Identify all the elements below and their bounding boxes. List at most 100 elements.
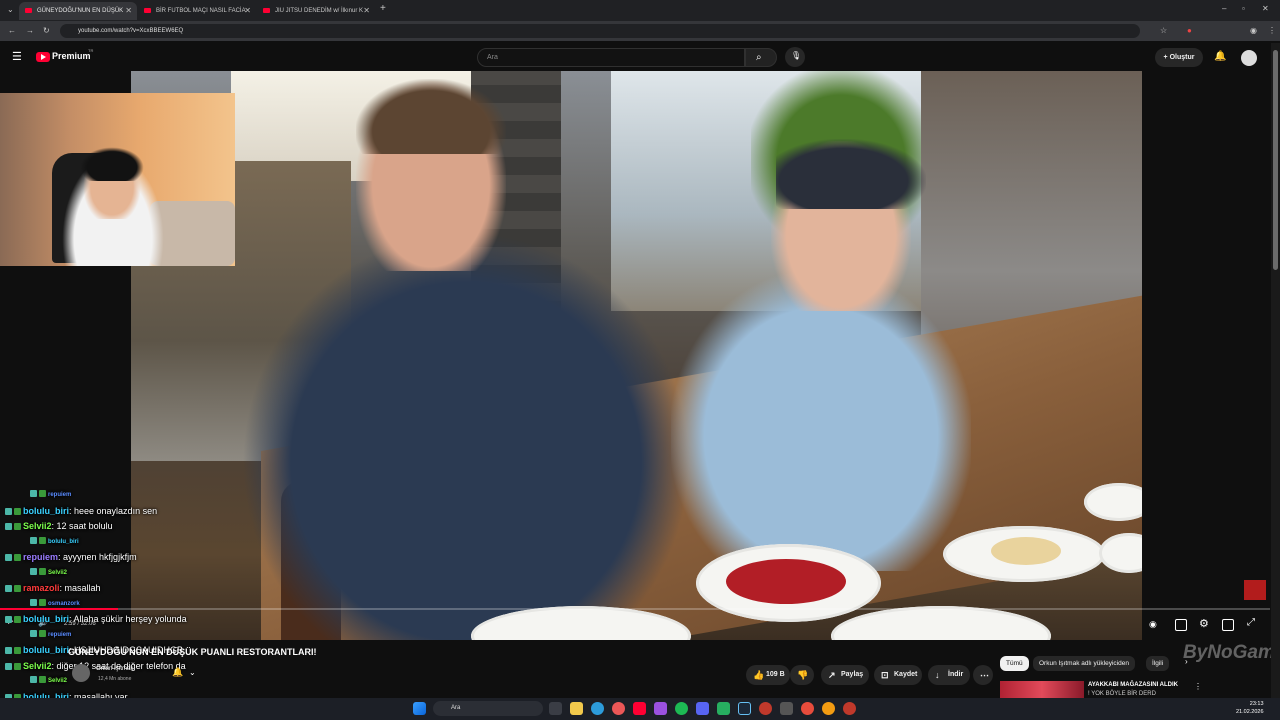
address-bar-row: ← → ↻ youtube.com/watch?v=XcxBBEEW6EQ ☆ … <box>0 21 1280 41</box>
recommended-subtitle: ! YOK BÖYLE BİR DERD <box>1088 691 1156 697</box>
app-icon[interactable] <box>780 702 793 715</box>
excel-icon[interactable] <box>717 702 730 715</box>
share-label: Paylaş <box>841 671 864 678</box>
chat-text: heee onaylazdın sen <box>74 505 158 516</box>
scrollbar-thumb[interactable] <box>1273 50 1278 270</box>
reload-icon[interactable]: ↻ <box>43 25 50 37</box>
steam-icon[interactable] <box>738 702 751 715</box>
chat-username[interactable]: ramazoli <box>23 583 60 593</box>
chat-message: Selvii2: 12 saat bolulu <box>5 521 113 531</box>
chat-username[interactable]: Selvii2 <box>23 661 52 671</box>
voice-search-button[interactable]: 🎙 <box>785 47 805 67</box>
subscribe-bell-icon[interactable]: 🔔 <box>172 667 183 678</box>
twitch-icon[interactable] <box>654 702 667 715</box>
maximize-icon[interactable]: ▫ <box>1242 3 1245 15</box>
spotify-icon[interactable] <box>675 702 688 715</box>
windows-start-icon[interactable] <box>413 702 426 715</box>
chip-related[interactable]: İlgili <box>1146 656 1170 671</box>
recommended-thumbnail[interactable] <box>1000 681 1084 698</box>
search-input[interactable]: Ara <box>477 48 745 67</box>
chat-username[interactable]: bolulu_biri <box>23 614 69 624</box>
close-window-icon[interactable]: ✕ <box>1262 3 1269 15</box>
chat-badge-icon <box>39 598 46 606</box>
recommended-menu-icon[interactable]: ⋮ <box>1194 682 1202 691</box>
extension-icon[interactable]: ● <box>1187 25 1192 37</box>
create-button[interactable]: + Oluştur <box>1155 48 1203 67</box>
chat-badge-icon <box>39 567 46 575</box>
minimize-icon[interactable]: – <box>1222 3 1226 15</box>
chat-username[interactable]: repuiem <box>23 552 58 562</box>
notifications-bell-icon[interactable]: 🔔 <box>1214 51 1226 63</box>
plate-bottom-right <box>831 606 1051 640</box>
tab-futbol[interactable]: BİR FUTBOL MAÇI NASIL FACİA ✕ <box>138 2 256 20</box>
edge-icon[interactable] <box>591 702 604 715</box>
chat-username[interactable]: Selvii2 <box>48 570 67 576</box>
theater-mode-icon[interactable] <box>1222 619 1234 631</box>
back-icon[interactable]: ← <box>8 25 16 37</box>
share-icon: ↗ <box>828 670 836 680</box>
chat-badge-icon <box>5 523 12 530</box>
profile-icon[interactable]: ◉ <box>1250 25 1257 37</box>
download-button[interactable]: ↓ İndir <box>928 665 970 685</box>
taskbar-search[interactable]: Ara <box>433 701 543 716</box>
more-dots-icon: ⋯ <box>980 670 989 680</box>
channel-avatar[interactable] <box>72 664 90 682</box>
hamburger-menu-icon[interactable]: ☰ <box>12 51 22 63</box>
more-actions-button[interactable]: ⋯ <box>973 665 993 685</box>
youtube-logo-icon[interactable] <box>36 52 50 62</box>
chat-message: Selvii2 <box>30 676 67 684</box>
chat-message: Selvii2 <box>30 567 67 576</box>
youtube-logo-text[interactable]: Premium <box>52 51 91 61</box>
chat-username[interactable]: bolulu_biri <box>23 506 69 516</box>
like-button[interactable]: 👍 109 B <box>746 665 790 685</box>
recommended-title[interactable]: AYAKKABI MAĞAZASINI ALDIK <box>1088 682 1178 688</box>
close-tab-icon[interactable]: ✕ <box>125 2 132 20</box>
save-button[interactable]: ⊡ Kaydet <box>874 665 922 685</box>
discord-icon[interactable] <box>696 702 709 715</box>
close-tab-icon[interactable]: ✕ <box>244 2 251 20</box>
task-view-icon[interactable] <box>549 702 562 715</box>
chat-badge-icon <box>39 629 46 637</box>
forward-icon[interactable]: → <box>26 25 34 37</box>
account-avatar[interactable] <box>1241 50 1257 66</box>
chat-username[interactable]: Selvii2 <box>23 521 52 531</box>
settings-gear-icon[interactable]: ⚙ <box>1199 617 1209 630</box>
tab-jiujitsu[interactable]: JIU JITSU DENEDİM w/ İlkınur K ✕ <box>257 2 375 20</box>
tab-active[interactable]: GÜNEYDOĞU'NUN EN DÜŞÜK ✕ <box>19 2 137 20</box>
save-label: Kaydet <box>894 671 918 678</box>
channel-name[interactable]: Orkun Işıtmak <box>96 666 133 672</box>
opera-icon[interactable] <box>801 702 814 715</box>
close-tab-icon[interactable]: ✕ <box>363 2 370 20</box>
dislike-button[interactable]: 👎 <box>790 665 814 685</box>
chevron-down-icon[interactable]: ⌄ <box>189 668 196 677</box>
like-count: 109 B <box>766 671 785 678</box>
chat-username[interactable]: osmanzork <box>48 601 80 607</box>
chat-badge-icon <box>14 662 21 670</box>
search-button[interactable]: ⌕ <box>745 48 777 67</box>
recorder-icon[interactable] <box>843 702 856 715</box>
bookmark-star-icon[interactable]: ☆ <box>1160 25 1167 37</box>
menu-dots-icon[interactable]: ⋮ <box>1268 25 1276 37</box>
url-field[interactable]: youtube.com/watch?v=XcxBBEEW6EQ <box>60 24 1140 38</box>
microphone-icon: 🎙 <box>791 51 802 60</box>
chat-badge-icon <box>5 616 12 623</box>
obs-icon[interactable] <box>759 702 772 715</box>
subtitles-icon[interactable] <box>1175 619 1187 631</box>
chip-uploader[interactable]: Orkun Işıtmak adlı yükleyiciden <box>1033 656 1135 671</box>
chrome-active-icon[interactable] <box>822 702 835 715</box>
fullscreen-icon[interactable]: ⤢ <box>1247 617 1255 628</box>
file-explorer-icon[interactable] <box>570 702 583 715</box>
chat-username[interactable]: bolulu_biri <box>48 539 79 545</box>
tab-list-icon[interactable]: ⌄ <box>7 4 14 16</box>
autoplay-toggle-icon[interactable]: ◉ <box>1149 619 1157 630</box>
share-button[interactable]: ↗ Paylaş <box>821 665 869 685</box>
chat-message: ramazoli: masallah <box>5 583 101 593</box>
youtube-app-icon[interactable] <box>633 702 646 715</box>
chip-all[interactable]: Tümü <box>1000 656 1029 671</box>
chrome-icon[interactable] <box>612 702 625 715</box>
new-tab-icon[interactable]: + <box>380 3 386 15</box>
chat-username[interactable]: repuiem <box>48 632 71 638</box>
chat-username[interactable]: repuiem <box>48 492 71 498</box>
chat-username[interactable]: Selvii2 <box>48 678 67 684</box>
chat-username[interactable]: bolulu_biri <box>23 645 69 655</box>
